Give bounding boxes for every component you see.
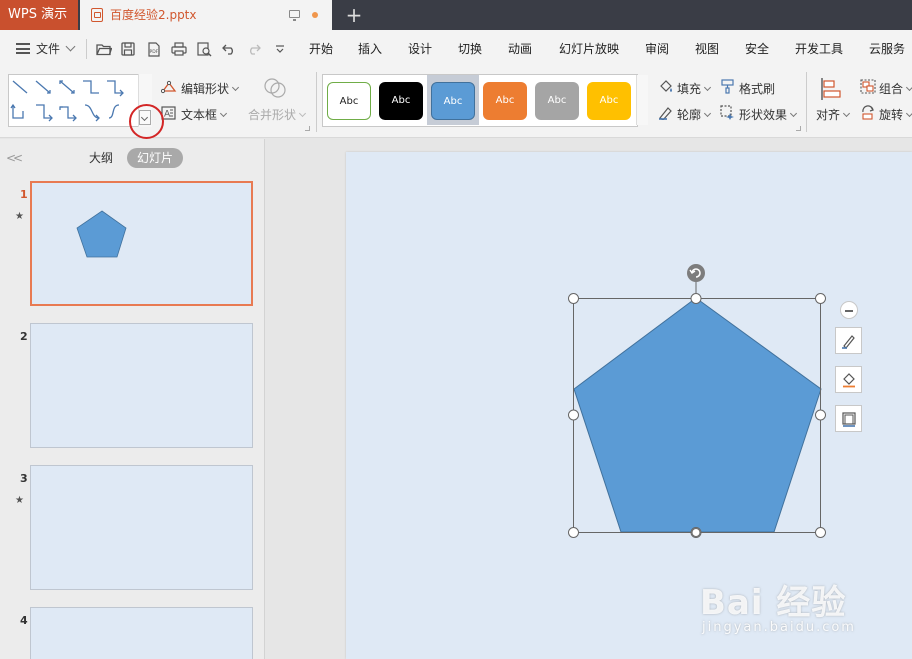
outline-label: 轮廓	[677, 108, 702, 122]
monitor-icon[interactable]	[289, 10, 300, 21]
edit-shape-icon[interactable]	[160, 80, 177, 97]
outline-button[interactable]: 轮廓	[677, 106, 712, 123]
group-button[interactable]: 组合	[879, 80, 912, 97]
title-bar: WPS 演示 百度经验2.pptx +	[0, 0, 912, 30]
menu-bar: 文件 PDF 开始 插入 设计 切换 动画 幻灯片放映 审阅 视图 安全 开发工…	[0, 30, 912, 68]
shape-style-button[interactable]	[835, 327, 862, 354]
shape-effects-label: 形状效果	[739, 108, 788, 122]
slide-thumbnail-3[interactable]	[30, 465, 253, 590]
highlight-circle-annotation	[129, 104, 164, 139]
style-swatch-blue[interactable]: Abc	[431, 82, 475, 120]
svg-text:A: A	[164, 110, 171, 120]
slide-thumbnail-4[interactable]	[30, 607, 253, 659]
text-box-label: 文本框	[181, 108, 218, 122]
app-tab[interactable]: WPS 演示	[0, 0, 78, 30]
slide-number: 3	[20, 472, 28, 485]
export-pdf-icon[interactable]: PDF	[146, 41, 162, 57]
rotate-icon[interactable]	[860, 105, 876, 123]
fill-icon[interactable]	[658, 80, 674, 97]
tab-slides[interactable]: 幻灯片	[127, 148, 183, 168]
fill-label: 填充	[677, 82, 702, 96]
tab-design[interactable]: 设计	[408, 30, 432, 68]
merge-shapes-icon[interactable]	[263, 77, 287, 102]
print-preview-icon[interactable]	[196, 41, 212, 57]
tab-review[interactable]: 审阅	[645, 30, 669, 68]
text-box-button[interactable]: 文本框	[181, 106, 228, 123]
align-icon[interactable]	[820, 77, 842, 104]
tab-slideshow[interactable]: 幻灯片放映	[559, 30, 619, 68]
new-tab-button[interactable]: +	[343, 4, 365, 26]
shape-fill-button[interactable]	[835, 366, 862, 393]
animation-star-icon[interactable]: ★	[15, 211, 24, 222]
style-swatch-orange[interactable]: Abc	[483, 82, 527, 120]
tab-security[interactable]: 安全	[745, 30, 769, 68]
group-label: 组合	[879, 82, 904, 96]
line-shapes-icons	[10, 80, 124, 122]
brush-icon	[841, 334, 855, 349]
style-swatch-gray[interactable]: Abc	[535, 82, 579, 120]
separator	[316, 72, 317, 132]
format-painter-button[interactable]: 格式刷	[739, 80, 775, 97]
format-painter-icon[interactable]	[720, 79, 735, 97]
tab-outline[interactable]: 大纲	[89, 149, 113, 166]
style-swatch-white[interactable]: Abc	[327, 82, 371, 120]
document-tab[interactable]: 百度经验2.pptx	[80, 0, 332, 30]
shape-outline-button[interactable]	[835, 405, 862, 432]
slide-number: 2	[20, 330, 28, 343]
paint-bucket-icon	[842, 372, 855, 387]
hamburger-menu-icon[interactable]	[16, 43, 30, 54]
outline-frame-icon	[841, 411, 856, 427]
open-folder-icon[interactable]	[96, 41, 112, 57]
edit-shape-label: 编辑形状	[181, 82, 230, 96]
separator	[806, 72, 807, 132]
file-menu[interactable]: 文件	[36, 30, 60, 68]
collapse-toolbar-button[interactable]	[840, 301, 858, 319]
tab-cloud-services[interactable]: 云服务	[869, 30, 905, 68]
group-launcher-icon[interactable]	[796, 126, 801, 131]
group-icon[interactable]	[860, 79, 876, 97]
slide-number: 4	[20, 614, 28, 627]
style-swatch-black[interactable]: Abc	[379, 82, 423, 120]
tab-transitions[interactable]: 切换	[458, 30, 482, 68]
unsaved-indicator-icon	[312, 12, 318, 18]
save-icon[interactable]	[120, 41, 136, 57]
animation-star-icon[interactable]: ★	[15, 495, 24, 506]
tab-view[interactable]: 视图	[695, 30, 719, 68]
shape-effects-icon[interactable]	[720, 105, 735, 123]
align-label: 对齐	[816, 108, 841, 122]
document-title: 百度经验2.pptx	[110, 8, 197, 22]
style-gallery-scrollbar[interactable]	[636, 75, 648, 125]
separator	[86, 39, 87, 59]
tab-animations[interactable]: 动画	[508, 30, 532, 68]
rotate-button[interactable]: 旋转	[879, 106, 912, 123]
svg-text:PDF: PDF	[150, 49, 159, 55]
collapse-panel-icon[interactable]: <<	[6, 151, 23, 165]
group-launcher-icon[interactable]	[305, 126, 310, 131]
shape-effects-button[interactable]: 形状效果	[739, 106, 798, 123]
align-button[interactable]: 对齐	[816, 106, 851, 123]
edit-shape-button[interactable]: 编辑形状	[181, 80, 240, 97]
customize-toolbar-icon[interactable]	[272, 41, 288, 57]
slides-panel: << 大纲 幻灯片 1 ★ 2 3 ★ 4	[0, 139, 265, 659]
print-icon[interactable]	[171, 41, 187, 57]
rotate-label: 旋转	[879, 108, 904, 122]
tab-developer[interactable]: 开发工具	[795, 30, 843, 68]
redo-icon[interactable]	[246, 41, 262, 57]
tab-home[interactable]: 开始	[309, 30, 333, 68]
undo-icon[interactable]	[221, 41, 237, 57]
chevron-down-icon[interactable]	[65, 41, 76, 52]
merge-shapes-label: 合并形状	[248, 108, 297, 122]
presentation-file-icon	[91, 8, 103, 22]
fill-button[interactable]: 填充	[677, 80, 712, 97]
tab-insert[interactable]: 插入	[358, 30, 382, 68]
slide-thumbnail-1[interactable]	[30, 181, 253, 306]
style-swatch-gold[interactable]: Abc	[587, 82, 631, 120]
slide-thumbnail-2[interactable]	[30, 323, 253, 448]
outline-icon[interactable]	[658, 106, 674, 123]
pentagon-thumbnail	[76, 210, 127, 258]
slide-number: 1	[20, 188, 28, 201]
merge-shapes-button[interactable]: 合并形状	[248, 106, 307, 123]
current-slide[interactable]	[346, 152, 912, 659]
